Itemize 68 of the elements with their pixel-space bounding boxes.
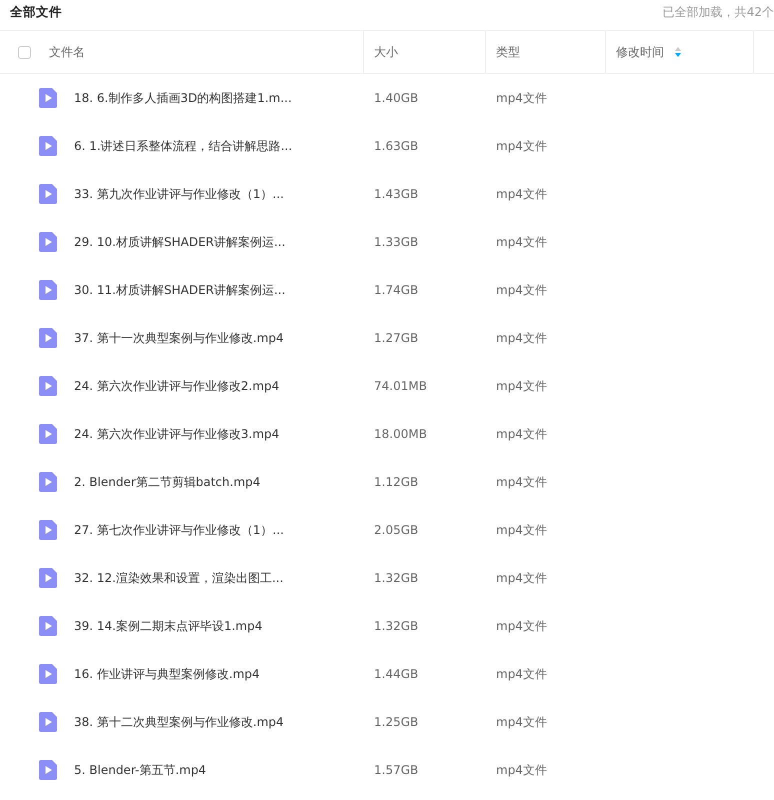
file-size: 1.63GB	[374, 139, 418, 153]
file-size: 1.32GB	[374, 571, 418, 585]
column-header[interactable]: 修改时间	[616, 44, 664, 60]
file-size: 1.27GB	[374, 331, 418, 345]
file-type: mp4文件	[496, 378, 547, 394]
video-file-icon	[38, 87, 58, 109]
file-type: mp4文件	[496, 474, 547, 490]
file-type: mp4文件	[496, 138, 547, 154]
video-file-icon	[38, 231, 58, 253]
file-size: 1.25GB	[374, 715, 418, 729]
file-type: mp4文件	[496, 426, 547, 442]
file-size: 2.05GB	[374, 523, 418, 537]
file-size: 1.33GB	[374, 235, 418, 249]
file-size: 1.74GB	[374, 283, 418, 297]
video-file-icon	[38, 663, 58, 685]
sort-icon[interactable]	[674, 46, 682, 58]
file-type: mp4文件	[496, 618, 547, 634]
file-type: mp4文件	[496, 186, 547, 202]
file-name[interactable]: 6. 1.讲述日系整体流程，结合讲解思路...	[74, 138, 292, 154]
file-type: mp4文件	[496, 522, 547, 538]
file-name[interactable]: 18. 6.制作多人插画3D的构图搭建1.m...	[74, 90, 292, 106]
video-file-icon	[38, 711, 58, 733]
file-name[interactable]: 5. Blender-第五节.mp4	[74, 762, 206, 778]
file-type: mp4文件	[496, 714, 547, 730]
file-name[interactable]: 24. 第六次作业讲评与作业修改3.mp4	[74, 426, 280, 442]
video-file-icon	[38, 471, 58, 493]
video-file-icon	[38, 327, 58, 349]
video-file-icon	[38, 519, 58, 541]
file-type: mp4文件	[496, 570, 547, 586]
file-type: mp4文件	[496, 666, 547, 682]
file-name[interactable]: 29. 10.材质讲解SHADER讲解案例运...	[74, 234, 286, 250]
column-header[interactable]: 大小	[374, 44, 398, 60]
column-header[interactable]: 文件名	[49, 44, 85, 60]
file-name[interactable]: 37. 第十一次典型案例与作业修改.mp4	[74, 330, 284, 346]
file-size: 1.12GB	[374, 475, 418, 489]
file-size: 1.43GB	[374, 187, 418, 201]
video-file-icon	[38, 567, 58, 589]
video-file-icon	[38, 759, 58, 781]
file-name[interactable]: 39. 14.案例二期末点评毕设1.mp4	[74, 618, 262, 634]
file-name[interactable]: 33. 第九次作业讲评与作业修改（1）...	[74, 186, 284, 202]
video-file-icon	[38, 423, 58, 445]
file-type: mp4文件	[496, 282, 547, 298]
file-type: mp4文件	[496, 90, 547, 106]
page-title: 全部文件	[10, 4, 62, 20]
video-file-icon	[38, 615, 58, 637]
file-size: 1.57GB	[374, 763, 418, 777]
file-type: mp4文件	[496, 234, 547, 250]
video-file-icon	[38, 135, 58, 157]
file-size: 1.40GB	[374, 91, 418, 105]
file-size: 74.01MB	[374, 379, 427, 393]
file-name[interactable]: 32. 12.渲染效果和设置，渲染出图工...	[74, 570, 284, 586]
file-type: mp4文件	[496, 330, 547, 346]
file-size: 1.44GB	[374, 667, 418, 681]
file-name[interactable]: 30. 11.材质讲解SHADER讲解案例运...	[74, 282, 286, 298]
video-file-icon	[38, 279, 58, 301]
video-file-icon	[38, 183, 58, 205]
file-name[interactable]: 16. 作业讲评与典型案例修改.mp4	[74, 666, 260, 682]
file-name[interactable]: 27. 第七次作业讲评与作业修改（1）...	[74, 522, 284, 538]
file-name[interactable]: 2. Blender第二节剪辑batch.mp4	[74, 474, 260, 490]
select-all-checkbox[interactable]	[18, 46, 31, 58]
load-status: 已全部加载，共42个	[662, 4, 774, 20]
file-name[interactable]: 38. 第十二次典型案例与作业修改.mp4	[74, 714, 284, 730]
file-name[interactable]: 24. 第六次作业讲评与作业修改2.mp4	[74, 378, 280, 394]
file-type: mp4文件	[496, 762, 547, 778]
video-file-icon	[38, 375, 58, 397]
file-size: 1.32GB	[374, 619, 418, 633]
column-header[interactable]: 类型	[496, 44, 520, 60]
file-size: 18.00MB	[374, 427, 427, 441]
